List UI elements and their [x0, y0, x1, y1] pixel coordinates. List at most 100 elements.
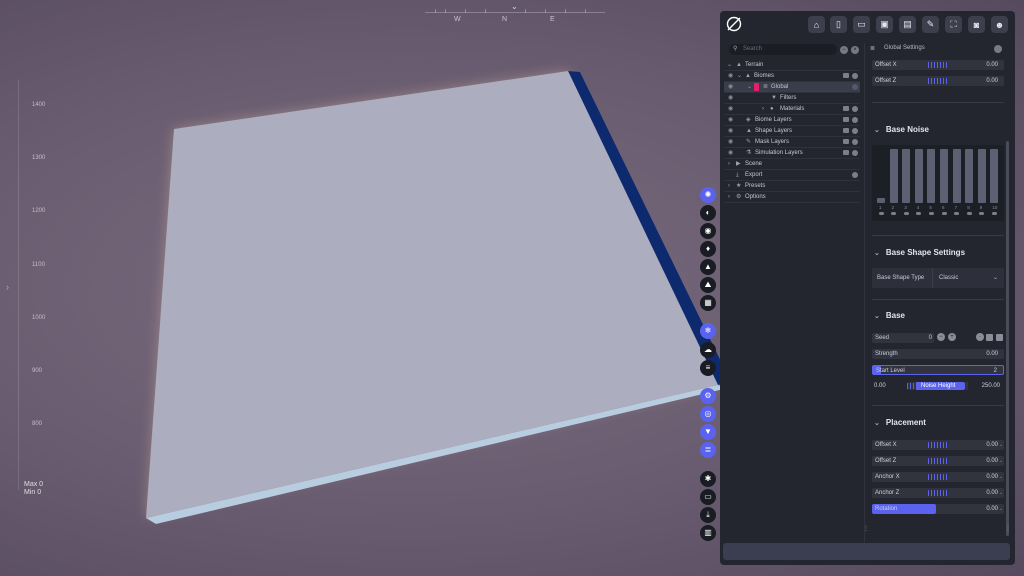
anchor-x-slider[interactable]: Anchor X 0.00 ⌄	[872, 472, 1004, 482]
add-icon[interactable]	[852, 150, 858, 156]
octave-toggle[interactable]	[991, 212, 997, 215]
landscape-tool-button[interactable]: ⛰	[700, 277, 716, 293]
add-icon[interactable]	[852, 106, 858, 112]
weather-tool-button[interactable]: ☁	[700, 342, 716, 358]
add-icon[interactable]	[852, 128, 858, 134]
download-tool-button[interactable]: ⤓	[700, 507, 716, 523]
eye-icon[interactable]: ◉	[728, 137, 733, 147]
eye-icon[interactable]: ◉	[728, 71, 733, 81]
noise-height-range[interactable]: 0.00 Noise Height 250.00	[872, 381, 1004, 391]
folder-icon[interactable]	[843, 150, 849, 155]
folder-icon[interactable]	[843, 128, 849, 133]
seed-save-icon[interactable]	[986, 334, 993, 341]
octave-toggle[interactable]	[954, 212, 960, 215]
add-icon[interactable]	[852, 139, 858, 145]
rotation-slider[interactable]: Rotation 0.00 ⌄	[872, 504, 1004, 514]
color-swatch[interactable]	[754, 83, 759, 91]
fullscreen-button[interactable]: ⛶	[945, 16, 962, 33]
expand-left-icon[interactable]: ›	[6, 282, 9, 292]
tree-item-filters[interactable]: ◉ ▼ Filters	[724, 93, 860, 104]
octave-toggle[interactable]	[941, 212, 947, 215]
octave-toggle[interactable]	[891, 212, 897, 215]
octave-toggle[interactable]	[916, 212, 922, 215]
octave-editor[interactable]: 1 2 3 4 5 6 7 8 9 10	[872, 145, 1004, 221]
section-base[interactable]: ⌄ Base	[874, 311, 905, 320]
eye-icon[interactable]: ◉	[728, 126, 733, 136]
tree-item-options[interactable]: › ⚙ Options	[724, 192, 860, 203]
section-base-noise[interactable]: ⌄ Base Noise	[874, 125, 929, 134]
seed-decrement-button[interactable]: −	[937, 333, 945, 341]
seed-increment-button[interactable]: +	[948, 333, 956, 341]
folder-tool-button[interactable]: ▭	[700, 489, 716, 505]
mountain-tool-button[interactable]: ▲	[700, 259, 716, 275]
options-icon[interactable]	[852, 84, 858, 90]
octave-bar[interactable]	[902, 149, 911, 203]
octave-toggle[interactable]	[966, 212, 972, 215]
add-icon[interactable]	[852, 73, 858, 79]
target-tool-button[interactable]: ◉	[700, 223, 716, 239]
options-icon[interactable]	[994, 45, 1002, 53]
home-button[interactable]: ⌂	[808, 16, 825, 33]
save-as-button[interactable]: ▤	[899, 16, 916, 33]
octave-bar[interactable]	[965, 149, 974, 203]
eye-icon[interactable]: ◉	[728, 148, 733, 158]
fire-tool-button[interactable]: ♦	[700, 241, 716, 257]
menu-tool-button[interactable]: ≡	[700, 360, 716, 376]
global-offset-z-slider[interactable]: Offset Z 0.00	[872, 76, 1004, 86]
tree-item-biome-layers[interactable]: ◉ ◈ Biome Layers	[724, 115, 860, 126]
folder-icon[interactable]	[843, 139, 849, 144]
placement-offset-z-slider[interactable]: Offset Z 0.00 ⌄	[872, 456, 1004, 466]
resize-handle-icon[interactable]: ⋮	[863, 525, 869, 532]
layers-tool-button[interactable]: ≣	[700, 442, 716, 458]
global-offset-x-slider[interactable]: Offset X 0.00	[872, 60, 1004, 70]
octave-bar[interactable]	[940, 149, 948, 203]
tree-item-biomes[interactable]: ◉ ⌄ ▲ Biomes	[724, 71, 860, 82]
octave-toggle[interactable]	[979, 212, 985, 215]
eye-icon[interactable]: ◉	[728, 82, 733, 92]
settings-tool-button[interactable]: ⚙	[700, 388, 716, 404]
start-level-slider[interactable]: Start Level 2	[872, 365, 1004, 375]
grid-tool-button[interactable]: ▦	[700, 295, 716, 311]
tree-item-scene[interactable]: › ▶ Scene	[724, 159, 860, 170]
folder-icon[interactable]	[843, 106, 849, 111]
save-button[interactable]: ▣	[876, 16, 893, 33]
section-base-shape-settings[interactable]: ⌄ Base Shape Settings	[874, 248, 965, 257]
stats-tool-button[interactable]: ▥	[700, 525, 716, 541]
moon-tool-button[interactable]: ◐	[700, 205, 716, 221]
tree-item-materials[interactable]: ◉ › ● Materials	[724, 104, 860, 115]
octave-toggle[interactable]	[928, 212, 934, 215]
eye-icon[interactable]: ◉	[728, 93, 733, 103]
placement-offset-x-slider[interactable]: Offset X 0.00 ⌄	[872, 440, 1004, 450]
tree-item-mask-layers[interactable]: ◉ ✎ Mask Layers	[724, 137, 860, 148]
screenshot-button[interactable]: ◙	[968, 16, 985, 33]
seed-delete-icon[interactable]	[996, 334, 1003, 341]
filter-tool-button[interactable]: ▼	[700, 424, 716, 440]
open-folder-button[interactable]: ▭	[853, 16, 870, 33]
anchor-z-slider[interactable]: Anchor Z 0.00 ⌄	[872, 488, 1004, 498]
folder-icon[interactable]	[843, 117, 849, 122]
collapse-all-button[interactable]: −	[840, 46, 848, 54]
octave-bar[interactable]	[952, 149, 961, 203]
seed-field[interactable]: Seed 0	[872, 333, 934, 343]
sun-tool-button[interactable]: ✺	[700, 187, 716, 203]
new-file-button[interactable]: ▯	[830, 16, 847, 33]
tree-item-terrain[interactable]: ⌄ ▲ Terrain	[724, 60, 860, 71]
base-shape-type-select[interactable]: Base Shape Type Classic ⌄	[872, 268, 1004, 288]
panel-divider[interactable]	[864, 43, 865, 558]
resize-handle-icon[interactable]: ⋮	[1005, 525, 1011, 532]
close-search-button[interactable]: ×	[851, 46, 859, 54]
folder-icon[interactable]	[843, 73, 849, 78]
tree-item-shape-layers[interactable]: ◉ ▲ Shape Layers	[724, 126, 860, 137]
tree-item-export[interactable]: ⤓ Export	[724, 170, 860, 181]
properties-scrollbar[interactable]	[1006, 141, 1009, 536]
gear-tool-button[interactable]: ✱	[700, 471, 716, 487]
tree-item-presets[interactable]: › ★ Presets	[724, 181, 860, 192]
octave-bar[interactable]	[914, 149, 923, 203]
discord-button[interactable]: ☻	[991, 16, 1008, 33]
add-icon[interactable]	[852, 117, 858, 123]
octave-bar[interactable]	[889, 149, 898, 203]
octave-bar[interactable]	[977, 149, 986, 203]
octave-toggle[interactable]	[903, 212, 909, 215]
search-input[interactable]: ⚲ Search	[729, 44, 837, 55]
section-placement[interactable]: ⌄ Placement	[874, 418, 926, 427]
